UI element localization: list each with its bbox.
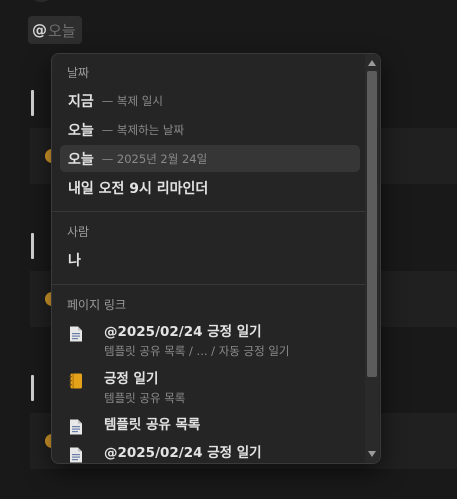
page-link-title: @2025/02/24 긍정 일기: [104, 445, 262, 461]
person-item-me[interactable]: 나: [60, 246, 360, 273]
person-item-label: 나: [68, 252, 81, 269]
date-item-desc: — 2025년 2월 24일: [101, 151, 208, 166]
notebook-icon: [68, 372, 84, 390]
section-divider: [52, 284, 366, 285]
editor-page: @ 오늘 날짜 지금 — 복제 일시 오늘 — 복제하는 날짜 오늘 — 202…: [0, 0, 457, 499]
page-link-path: 템플릿 공유 목록 / ... / 자동 긍정 일기: [104, 344, 290, 358]
page-link-path: 템플릿 공유 목록: [104, 391, 186, 405]
document-icon: [68, 418, 84, 436]
page-link-title: 템플릿 공유 목록: [104, 417, 201, 433]
date-item-desc: — 복제하는 날짜: [101, 122, 185, 137]
section-title-date: 날짜: [67, 66, 90, 80]
scroll-thumb[interactable]: [367, 71, 377, 377]
page-link-item[interactable]: @2025/02/24 긍정 일기: [60, 444, 360, 463]
section-divider: [52, 211, 366, 212]
document-icon: [68, 325, 84, 343]
mention-input-chip[interactable]: @ 오늘: [28, 16, 82, 44]
section-title-people: 사람: [67, 225, 90, 239]
page-link-item[interactable]: @2025/02/24 긍정 일기 템플릿 공유 목록 / ... / 자동 긍…: [60, 323, 360, 363]
page-link-title: 긍정 일기: [104, 371, 159, 387]
quote-bar: [31, 90, 34, 116]
scroll-down-arrow-icon[interactable]: [368, 451, 376, 457]
page-link-item[interactable]: 템플릿 공유 목록: [60, 416, 360, 438]
page-link-title: @2025/02/24 긍정 일기: [104, 324, 262, 340]
date-item-label: 지금: [68, 93, 94, 110]
avatar: [30, 0, 52, 2]
document-icon: [68, 446, 84, 463]
mention-query-text: 오늘: [48, 21, 76, 40]
date-item-today-fixed[interactable]: 오늘 — 2025년 2월 24일: [60, 145, 360, 172]
date-item-desc: — 복제 일시: [101, 93, 163, 108]
quote-bar: [31, 375, 34, 401]
mention-dropdown: 날짜 지금 — 복제 일시 오늘 — 복제하는 날짜 오늘 — 2025년 2월…: [51, 53, 381, 464]
date-item-label: 오늘: [68, 122, 94, 139]
mention-dropdown-list: 날짜 지금 — 복제 일시 오늘 — 복제하는 날짜 오늘 — 2025년 2월…: [52, 54, 366, 463]
page-link-item[interactable]: 긍정 일기 템플릿 공유 목록: [60, 370, 360, 410]
section-title-page-links: 페이지 링크: [67, 298, 127, 312]
date-item-reminder[interactable]: 내일 오전 9시 리마인더: [60, 174, 360, 201]
date-item-label: 오늘: [68, 151, 94, 168]
menu-scrollbar[interactable]: [365, 54, 379, 463]
at-symbol: @: [32, 21, 47, 39]
quote-bar: [31, 233, 34, 259]
date-item-label: 내일 오전 9시 리마인더: [68, 180, 209, 197]
date-item-now[interactable]: 지금 — 복제 일시: [60, 87, 360, 114]
scroll-up-arrow-icon[interactable]: [368, 60, 376, 66]
date-item-today-dynamic[interactable]: 오늘 — 복제하는 날짜: [60, 116, 360, 143]
